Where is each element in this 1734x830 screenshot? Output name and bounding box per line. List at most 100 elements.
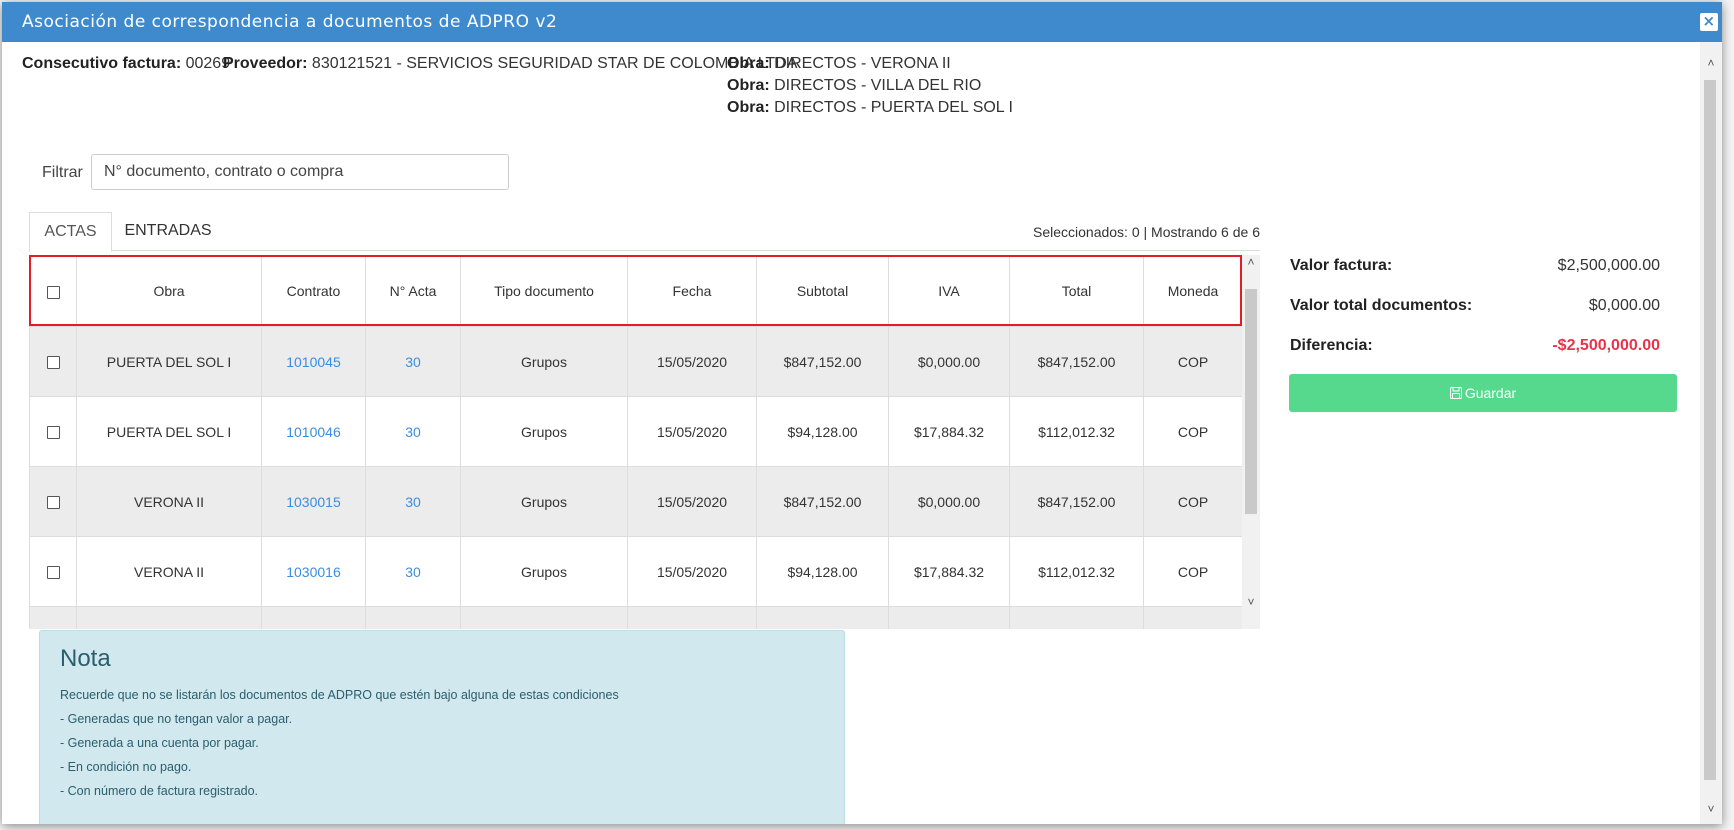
select-all-checkbox[interactable] (46, 285, 60, 299)
selection-info: Seleccionados: 0 | Mostrando 6 de 6 (1032, 224, 1260, 240)
header-iva[interactable]: IVA (888, 255, 1010, 327)
tab-actas[interactable]: ACTAS (29, 212, 112, 252)
table-row-partial (29, 606, 1242, 629)
cell-acta: 30 (365, 466, 461, 537)
association-dialog: Asociación de correspondencia a document… (2, 2, 1722, 824)
row-select-cell (29, 466, 77, 537)
dialog-title: Asociación de correspondencia a document… (22, 12, 558, 32)
cell-subtotal: $94,128.00 (756, 396, 889, 467)
header-moneda[interactable]: Moneda (1143, 255, 1242, 327)
proveedor-label: Proveedor: (223, 55, 308, 72)
table-row[interactable]: VERONA II 1030015 30 Grupos 15/05/2020 $… (29, 466, 1242, 537)
tab-entradas[interactable]: ENTRADAS (114, 212, 222, 250)
header-tipo-documento[interactable]: Tipo documento (460, 255, 628, 327)
cell-iva: $0,000.00 (888, 326, 1010, 397)
cell-obra: PUERTA DEL SOL I (76, 326, 262, 397)
table-row[interactable]: PUERTA DEL SOL I 1010045 30 Grupos 15/05… (29, 326, 1242, 397)
obra-value: DIRECTOS - VERONA II (774, 55, 951, 72)
table-scroll-thumb[interactable] (1245, 289, 1257, 514)
cell-moneda: COP (1143, 536, 1242, 607)
row-checkbox[interactable] (46, 566, 60, 580)
cell-iva: $17,884.32 (888, 396, 1010, 467)
cell-fecha: 15/05/2020 (627, 326, 757, 397)
row-checkbox[interactable] (46, 426, 60, 440)
cell-tipo: Grupos (460, 396, 628, 467)
obra-value: DIRECTOS - PUERTA DEL SOL I (774, 99, 1013, 116)
acta-link[interactable]: 30 (405, 564, 421, 580)
cell-fecha: 15/05/2020 (627, 396, 757, 467)
diferencia-label: Diferencia: (1290, 337, 1373, 354)
cell-total: $847,152.00 (1009, 326, 1144, 397)
cell-acta: 30 (365, 396, 461, 467)
header-obra[interactable]: Obra (76, 255, 262, 327)
cell-subtotal: $847,152.00 (756, 466, 889, 537)
cell-tipo: Grupos (460, 466, 628, 537)
dialog-scroll-thumb[interactable] (1704, 80, 1716, 780)
contrato-link[interactable]: 1030015 (286, 494, 341, 510)
acta-link[interactable]: 30 (405, 424, 421, 440)
nota-line: Recuerde que no se listarán los document… (60, 688, 619, 702)
obra-info-1: Obra: DIRECTOS - VERONA II (727, 55, 951, 73)
chevron-down-icon[interactable]: ˅ (1703, 802, 1719, 816)
nota-line: - Generada a una cuenta por pagar. (60, 736, 259, 750)
documents-table: Obra Contrato N° Acta Tipo documento Fec… (29, 255, 1242, 629)
obra-label: Obra: (727, 55, 770, 72)
table-row[interactable]: PUERTA DEL SOL I 1010046 30 Grupos 15/05… (29, 396, 1242, 467)
contrato-link[interactable]: 1030016 (286, 564, 341, 580)
obra-value: DIRECTOS - VILLA DEL RIO (774, 77, 982, 94)
chevron-down-icon[interactable]: ˅ (1243, 595, 1259, 609)
guardar-button[interactable]: Guardar (1289, 374, 1677, 412)
guardar-label: Guardar (1464, 385, 1517, 401)
valor-factura-value: $2,500,000.00 (1557, 257, 1660, 274)
obra-info-2: Obra: DIRECTOS - VILLA DEL RIO (727, 77, 981, 95)
cell-subtotal: $94,128.00 (756, 536, 889, 607)
valor-total-label: Valor total documentos: (1290, 297, 1473, 314)
header-total[interactable]: Total (1009, 255, 1144, 327)
header-fecha[interactable]: Fecha (627, 255, 757, 327)
cell-moneda: COP (1143, 326, 1242, 397)
consecutivo-label: Consecutivo factura: (22, 55, 182, 72)
table-row[interactable]: VERONA II 1030016 30 Grupos 15/05/2020 $… (29, 536, 1242, 607)
cell-acta: 30 (365, 326, 461, 397)
row-select-cell (29, 396, 77, 467)
nota-line: - En condición no pago. (60, 760, 192, 774)
cell-iva: $0,000.00 (888, 466, 1010, 537)
cell-contrato: 1010046 (261, 396, 366, 467)
cell-fecha: 15/05/2020 (627, 536, 757, 607)
cell-total: $847,152.00 (1009, 466, 1144, 537)
nota-alert: Nota Recuerde que no se listarán los doc… (39, 630, 845, 824)
valor-factura-label: Valor factura: (1290, 257, 1393, 274)
filter-input[interactable] (91, 154, 509, 190)
close-icon[interactable]: × (1700, 13, 1718, 31)
acta-link[interactable]: 30 (405, 354, 421, 370)
row-checkbox[interactable] (46, 356, 60, 370)
header-acta[interactable]: N° Acta (365, 255, 461, 327)
diferencia-value: -$2,500,000.00 (1552, 337, 1660, 354)
obra-label: Obra: (727, 99, 770, 116)
header-contrato[interactable]: Contrato (261, 255, 366, 327)
dialog-scrollbar[interactable]: ˄ ˅ (1700, 42, 1722, 824)
chevron-up-icon[interactable]: ˄ (1243, 255, 1259, 269)
header-subtotal[interactable]: Subtotal (756, 255, 889, 327)
chevron-up-icon[interactable]: ˄ (1703, 56, 1719, 70)
dialog-titlebar: Asociación de correspondencia a document… (2, 2, 1722, 42)
floppy-disk-icon (1449, 387, 1462, 399)
cell-obra: VERONA II (76, 536, 262, 607)
proveedor-info: Proveedor: 830121521 - SERVICIOS SEGURID… (223, 55, 797, 73)
row-checkbox[interactable] (46, 496, 60, 510)
table-scrollbar[interactable]: ˄ ˅ (1242, 255, 1260, 629)
cell-contrato: 1030016 (261, 536, 366, 607)
cell-acta: 30 (365, 536, 461, 607)
nota-line: - Generadas que no tengan valor a pagar. (60, 712, 293, 726)
cell-moneda: COP (1143, 466, 1242, 537)
filter-label: Filtrar (42, 164, 83, 181)
cell-moneda: COP (1143, 396, 1242, 467)
cell-fecha: 15/05/2020 (627, 466, 757, 537)
contrato-link[interactable]: 1010046 (286, 424, 341, 440)
row-select-cell (29, 326, 77, 397)
contrato-link[interactable]: 1010045 (286, 354, 341, 370)
cell-tipo: Grupos (460, 326, 628, 397)
obra-label: Obra: (727, 77, 770, 94)
cell-obra: VERONA II (76, 466, 262, 537)
acta-link[interactable]: 30 (405, 494, 421, 510)
